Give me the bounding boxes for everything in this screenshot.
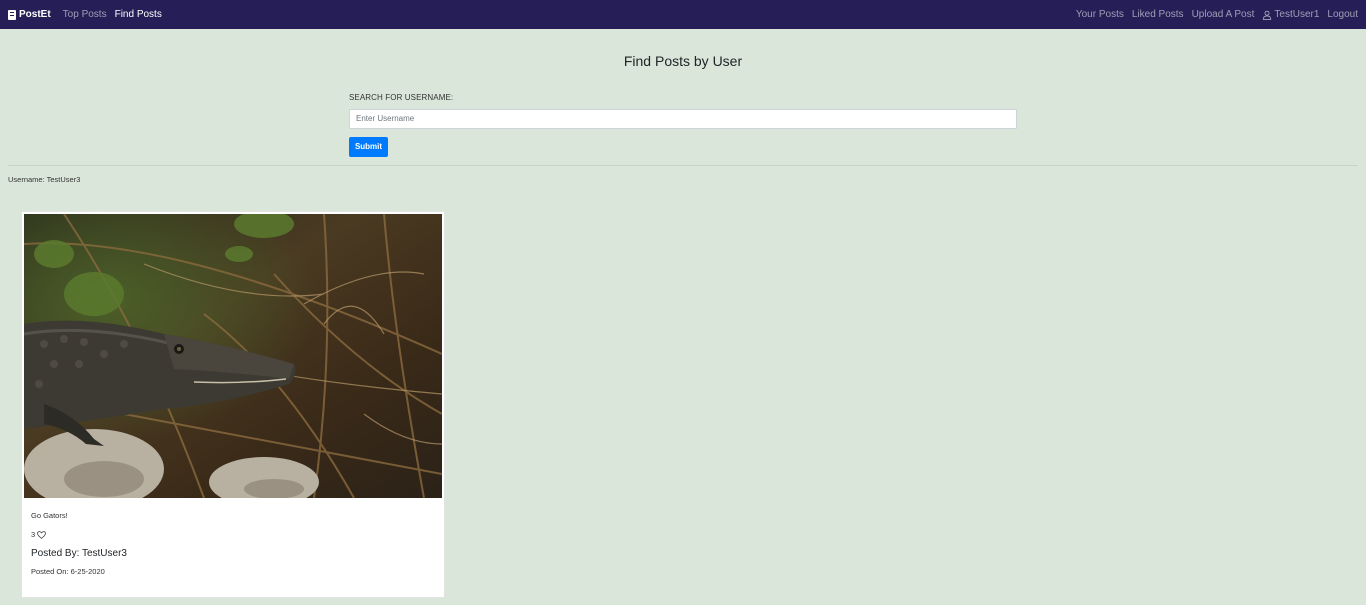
nav-upload-post[interactable]: Upload A Post [1192,9,1255,20]
nav-liked-posts[interactable]: Liked Posts [1132,9,1184,20]
post-caption: Go Gators! [31,511,68,520]
heart-icon[interactable] [37,530,46,539]
post-author: Posted By: TestUser3 [31,548,127,559]
nav-top-posts[interactable]: Top Posts [63,9,107,20]
submit-button[interactable]: Submit [349,136,388,157]
search-result-username: Username: TestUser3 [8,174,81,184]
navbar: PostEt Top Posts Find Posts Your Posts L… [0,0,1366,29]
search-label: SEARCH FOR USERNAME: [349,93,454,102]
page-title: Find Posts by User [623,53,743,69]
like-count: 3 [31,530,36,539]
nav-left: PostEt Top Posts Find Posts [8,0,170,29]
nav-find-posts[interactable]: Find Posts [115,9,162,20]
divider [8,164,1358,166]
post-likes[interactable]: 3 [31,530,431,539]
post-card: Go Gators! 3 Posted By: TestUser3 Posted… [21,211,445,598]
brand-logo-icon [8,9,16,20]
nav-right: Your Posts Liked Posts Upload A Post Tes… [1068,0,1358,29]
nav-user-profile[interactable]: TestUser1 [1262,9,1319,20]
post-body: Go Gators! 3 Posted By: TestUser3 Posted… [31,511,431,576]
nav-username: TestUser1 [1274,9,1320,20]
username-search-input[interactable] [349,108,1017,129]
brand-name: PostEt [19,9,51,20]
user-icon [1263,10,1272,20]
search-form: SEARCH FOR USERNAME: Submit [349,93,1017,157]
main-content: Find Posts by User SEARCH FOR USERNAME: … [0,53,1366,184]
nav-logout[interactable]: Logout [1327,9,1358,20]
nav-your-posts[interactable]: Your Posts [1076,9,1124,20]
post-image[interactable] [24,214,442,498]
brand-link[interactable]: PostEt [8,9,51,20]
post-date: Posted On: 6-25-2020 [31,567,105,576]
alligator-photo [24,214,442,498]
